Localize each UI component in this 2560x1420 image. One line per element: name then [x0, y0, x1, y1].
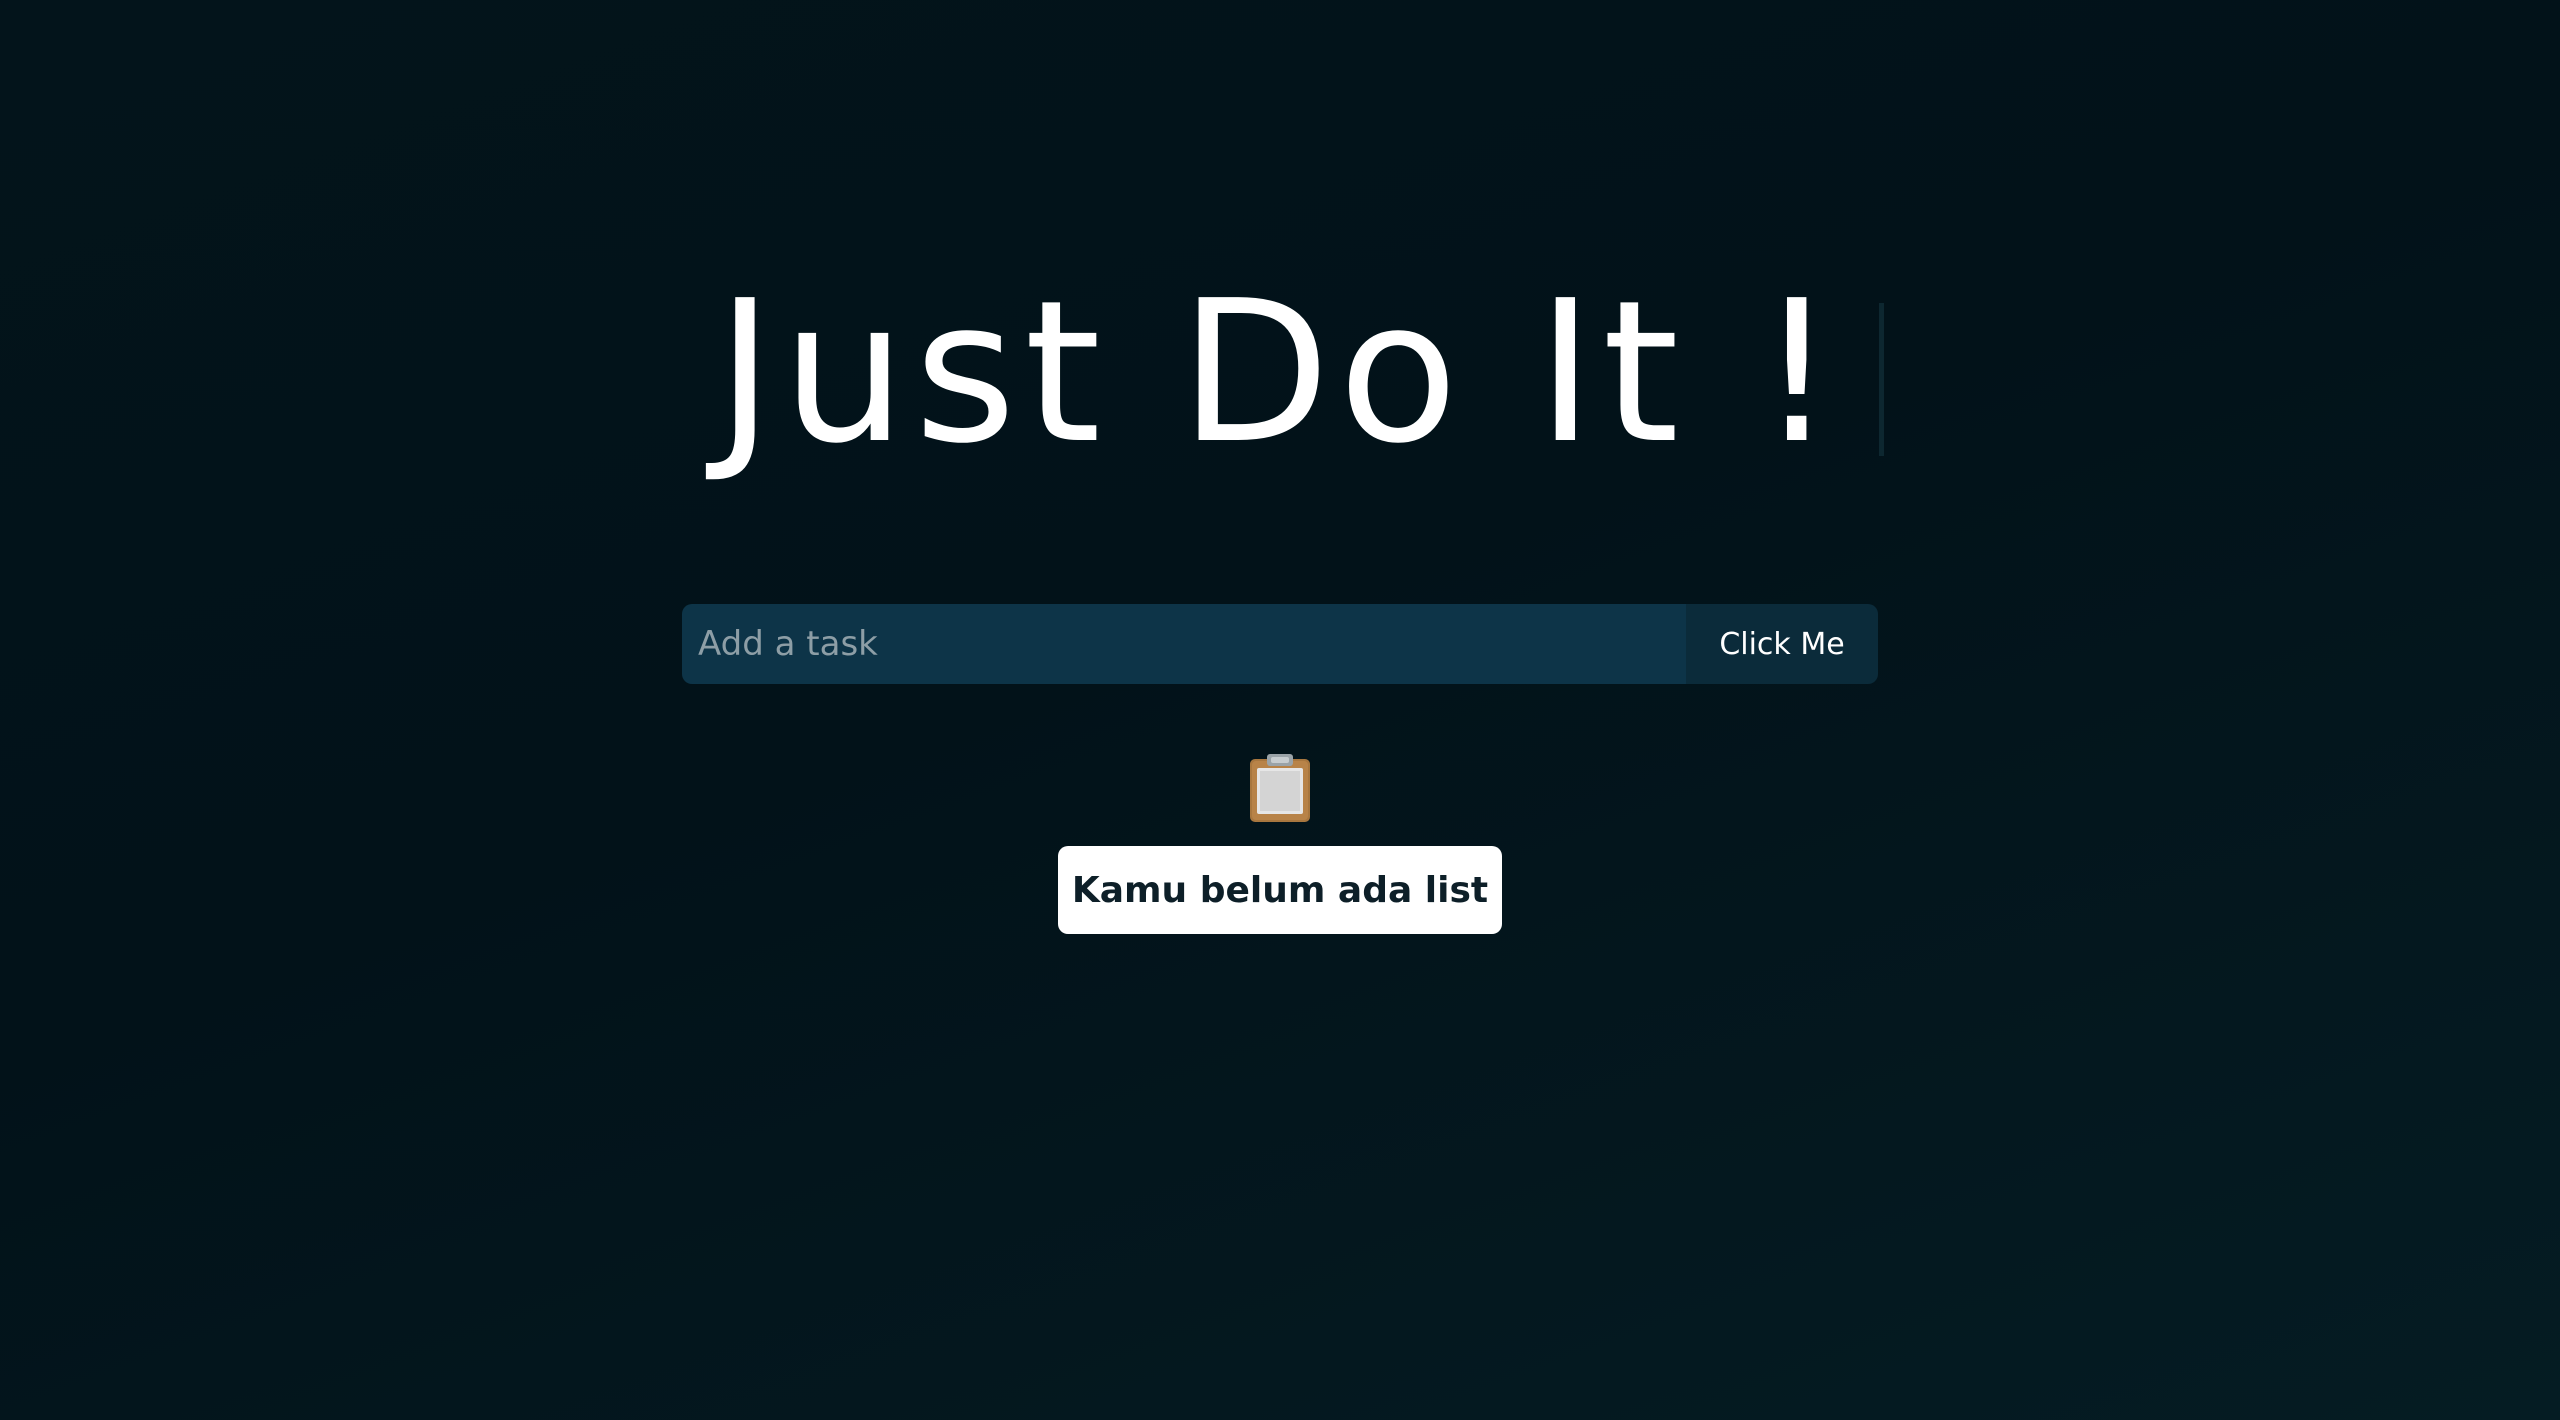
add-task-button[interactable]: Click Me	[1686, 604, 1878, 684]
empty-state-message: Kamu belum ada list	[1071, 869, 1489, 911]
empty-state-icon-wrap	[0, 752, 2560, 824]
clipboard-icon	[1250, 754, 1310, 822]
page-title: Just Do It !	[716, 275, 1884, 471]
page-title-text: Just Do It !	[716, 259, 1844, 487]
title-container: Just Do It !	[0, 275, 2560, 471]
empty-state-badge: Kamu belum ada list	[1058, 846, 1502, 934]
task-input[interactable]	[682, 604, 1686, 684]
task-form: Click Me	[682, 604, 1878, 684]
typing-caret	[1878, 303, 1884, 456]
